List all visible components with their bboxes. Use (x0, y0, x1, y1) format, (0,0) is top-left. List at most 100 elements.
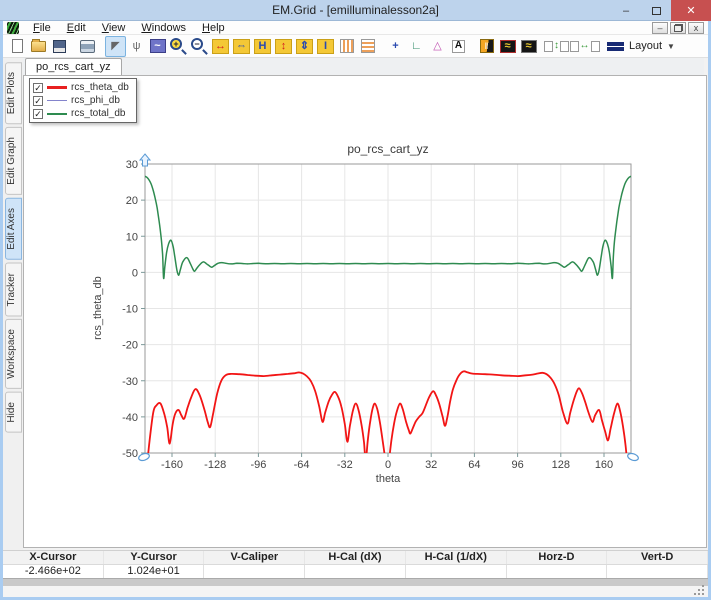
caliper-tool-button[interactable]: △ (427, 36, 448, 57)
status-value-6 (607, 565, 708, 579)
legend-label: rcs_theta_db (71, 82, 129, 93)
shrink-x-button[interactable]: ⇔ (231, 36, 252, 57)
grid-lines (145, 164, 631, 453)
close-icon: ✕ (686, 4, 695, 17)
pan-hand-button[interactable]: ψ (126, 36, 147, 57)
shrink-x-icon: ⇔ (233, 39, 250, 54)
open-file-button[interactable] (28, 36, 49, 57)
toolbar: ◤ψ~+−↔⇔H↕⇕I+∟△A‖≈≈↕↔Layout▼ (3, 35, 708, 58)
svg-text:0: 0 (385, 459, 391, 471)
compress-y-button[interactable]: I (315, 36, 336, 57)
status-column-h-cal-1-dx-: H-Cal (1/dX) (406, 551, 507, 564)
mdi-minimize-button[interactable]: – (652, 22, 668, 34)
save-icon (53, 40, 66, 53)
sidebar-tab-edit-plots[interactable]: Edit Plots (5, 62, 22, 124)
layout-button[interactable]: Layout▼ (599, 36, 683, 56)
legend-row-rcs_theta_db: ✓ rcs_theta_db (33, 82, 129, 93)
svg-text:128: 128 (552, 459, 570, 471)
sidebar-tab-hide[interactable]: Hide (5, 392, 22, 433)
svg-text:-50: -50 (122, 448, 138, 460)
zoom-in-icon: + (170, 38, 182, 50)
svg-text:160: 160 (595, 459, 613, 471)
sidebar-tab-tracker[interactable]: Tracker (5, 263, 22, 317)
crosshair-tracker-icon: + (392, 41, 398, 52)
sidebar: Edit Plots Edit Graph Edit Axes Tracker Work… (3, 58, 23, 572)
mdi-restore-button[interactable] (670, 22, 686, 34)
svg-text:32: 32 (425, 459, 437, 471)
graph-panel: ✓rcs_theta_db✓rcs_phi_db✓rcs_total_db po… (23, 75, 707, 548)
edit-plot-button[interactable]: ‖ (476, 36, 497, 57)
print-button[interactable] (77, 36, 98, 57)
svg-text:10: 10 (126, 231, 138, 243)
svg-text:64: 64 (468, 459, 480, 471)
vertical-distance-button[interactable]: ↕ (546, 36, 567, 57)
menu-view[interactable]: View (94, 21, 134, 35)
menu-help[interactable]: Help (194, 21, 233, 35)
menu-windows[interactable]: Windows (133, 21, 194, 35)
legend-line-sample (47, 113, 67, 115)
sidebar-tab-edit-axes[interactable]: Edit Axes (5, 198, 22, 260)
zoom-to-data-icon: ~ (150, 39, 166, 53)
column-stripes-button[interactable] (336, 36, 357, 57)
title-bar[interactable]: EM.Grid - [emilluminalesson2a] – ✕ (0, 0, 711, 21)
caliper-tool-icon: △ (433, 41, 441, 52)
minimize-button[interactable]: – (611, 0, 641, 21)
svg-text:-30: -30 (122, 376, 138, 388)
shrink-y-icon: ⇕ (296, 39, 313, 54)
tick-labels: -160-128-96-64-3203264961281603020100-10… (122, 159, 613, 471)
axis-handle-bottom-right[interactable] (627, 452, 639, 461)
svg-text:-20: -20 (122, 340, 138, 352)
graph-style-1-button[interactable]: ≈ (497, 36, 518, 57)
zoom-out-button[interactable]: − (189, 36, 210, 57)
text-annotation-icon: A (452, 40, 465, 53)
vertical-distance-icon: ↕ (544, 41, 569, 52)
mdi-close-icon: x (694, 23, 699, 33)
zoom-to-data-button[interactable]: ~ (147, 36, 168, 57)
sidebar-tab-workspace[interactable]: Workspace (5, 319, 22, 389)
crosshair-tracker-button[interactable]: + (385, 36, 406, 57)
expand-y-button[interactable]: ↕ (273, 36, 294, 57)
horizontal-distance-button[interactable]: ↔ (574, 36, 595, 57)
expand-x-button[interactable]: ↔ (210, 36, 231, 57)
svg-text:0: 0 (132, 267, 138, 279)
text-annotation-button[interactable]: A (448, 36, 469, 57)
save-button[interactable] (49, 36, 70, 57)
legend-checkbox-rcs_theta_db[interactable]: ✓ (33, 83, 43, 93)
app-window: EM.Grid - [emilluminalesson2a] – ✕ FileE… (0, 0, 711, 600)
graph-style-2-button[interactable]: ≈ (518, 36, 539, 57)
axes-tool-button[interactable]: ∟ (406, 36, 427, 57)
compress-x-button[interactable]: H (252, 36, 273, 57)
axis-handle-bottom-left[interactable] (138, 452, 150, 461)
maximize-button[interactable] (641, 0, 671, 21)
close-button[interactable]: ✕ (671, 0, 711, 21)
svg-text:-64: -64 (294, 459, 310, 471)
graph-style-2-icon: ≈ (521, 40, 537, 53)
menu-edit[interactable]: Edit (59, 21, 94, 35)
legend-row-rcs_total_db: ✓rcs_total_db (33, 108, 129, 119)
menu-file[interactable]: File (25, 21, 59, 35)
legend-label: rcs_phi_db (71, 95, 120, 106)
sidebar-tab-edit-graph[interactable]: Edit Graph (5, 127, 22, 195)
tab-po-rcs-cart-yz[interactable]: po_rcs_cart_yz (25, 58, 122, 75)
legend-checkbox-rcs_total_db[interactable]: ✓ (33, 109, 43, 119)
svg-text:20: 20 (126, 195, 138, 207)
legend-row-rcs_phi_db: ✓ rcs_phi_db (33, 95, 129, 106)
row-stripes-button[interactable] (357, 36, 378, 57)
svg-text:-160: -160 (161, 459, 183, 471)
shrink-y-button[interactable]: ⇕ (294, 36, 315, 57)
y-axis-label: rcs_theta_db (92, 276, 104, 340)
menu-bar: FileEditViewWindowsHelp – x (3, 21, 708, 35)
pointer-button[interactable]: ◤ (105, 36, 126, 57)
window-bottom-strip (3, 586, 708, 597)
new-file-button[interactable] (7, 36, 28, 57)
compress-y-icon: I (317, 39, 334, 54)
legend-checkbox-rcs_phi_db[interactable]: ✓ (33, 96, 43, 106)
resize-grip[interactable] (702, 593, 704, 595)
open-file-icon (31, 41, 46, 52)
status-column-vert-d: Vert-D (607, 551, 708, 564)
mdi-close-button[interactable]: x (688, 22, 704, 34)
horizontal-distance-icon: ↔ (570, 41, 600, 52)
zoom-in-button[interactable]: + (168, 36, 189, 57)
svg-text:-10: -10 (122, 304, 138, 316)
edit-plot-icon: ‖ (480, 39, 494, 53)
